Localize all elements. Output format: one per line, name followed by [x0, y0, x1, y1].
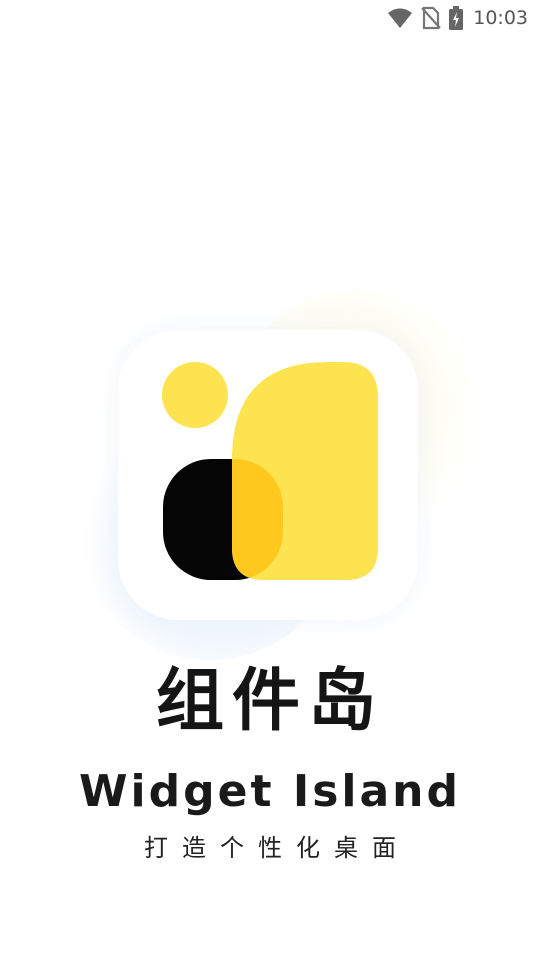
status-bar: 10:03 — [0, 0, 540, 36]
battery-charging-icon — [449, 6, 464, 30]
status-icons: 10:03 — [387, 4, 528, 32]
app-title: 组件岛 — [155, 662, 384, 741]
logo-mark-icon — [162, 362, 378, 580]
logo-dot — [162, 362, 228, 428]
status-time: 10:03 — [473, 7, 528, 29]
app-subtitle: Widget Island — [79, 766, 461, 817]
app-logo — [60, 270, 480, 670]
wifi-icon — [387, 7, 413, 29]
app-slogan: 打造个性化桌面 — [144, 834, 410, 862]
no-sim-icon — [421, 6, 442, 30]
